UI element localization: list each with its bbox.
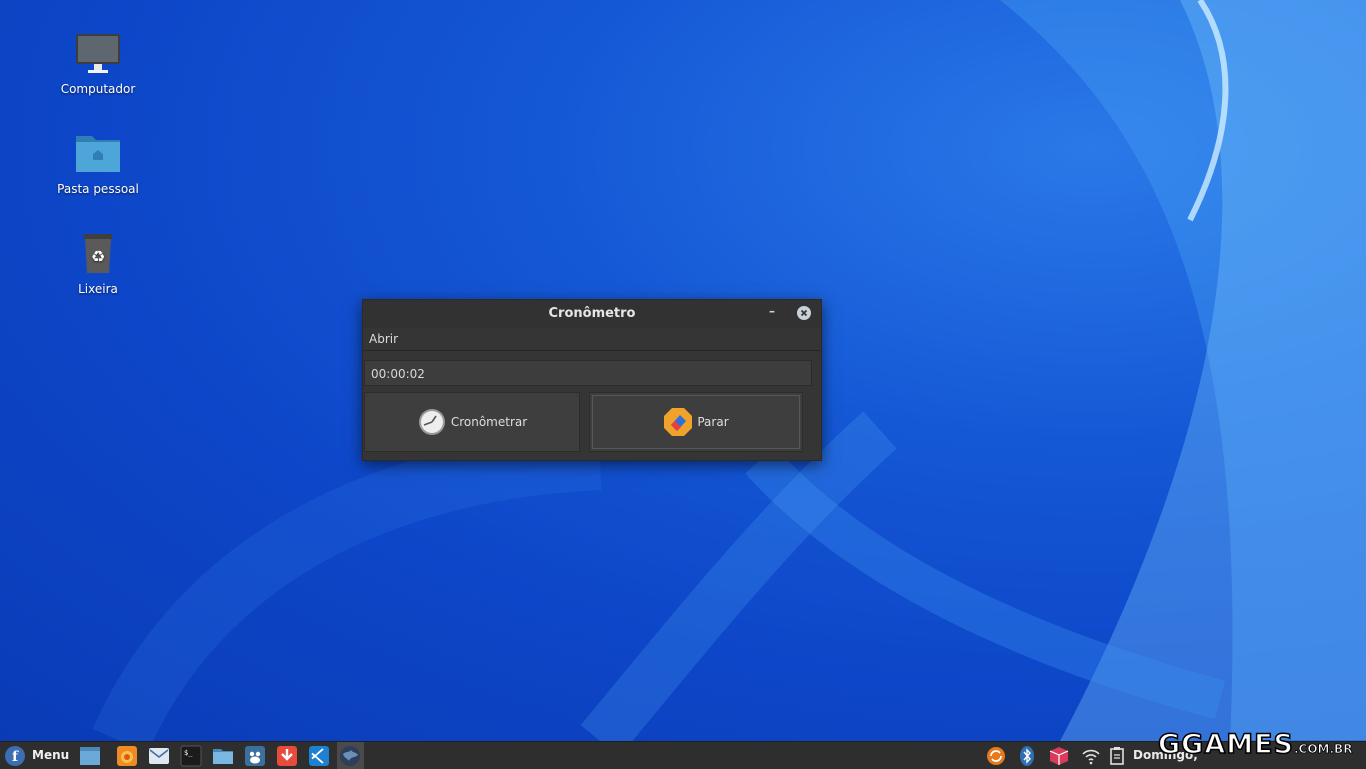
desktop-icon-computer[interactable]: Computador — [48, 30, 148, 96]
clock-icon — [418, 409, 445, 435]
gimp-icon[interactable] — [244, 745, 266, 767]
window-title: Cronômetro — [548, 306, 636, 321]
watermark-suffix: .COM.BR — [1293, 742, 1353, 757]
menubar: Abrir — [363, 328, 821, 351]
minimize-button[interactable]: – — [765, 305, 779, 320]
taskbar-menu-label[interactable]: Menu — [32, 742, 69, 769]
terminal-icon[interactable]: $_ — [180, 745, 202, 767]
watermark-main: GGAMES — [1157, 728, 1294, 761]
svg-text:$_: $_ — [184, 749, 193, 757]
fedora-menu-icon[interactable]: f — [4, 745, 26, 767]
window-titlebar[interactable]: Cronômetro – — [363, 300, 821, 328]
desktop-icon-home[interactable]: Pasta pessoal — [48, 130, 148, 196]
start-button-label: Cronômetrar — [450, 415, 528, 429]
desktop-icon-trash[interactable]: ♻ Lixeira — [48, 230, 148, 296]
close-icon[interactable] — [797, 306, 811, 320]
svg-text:♻: ♻ — [91, 247, 105, 266]
mail-icon[interactable] — [148, 745, 170, 767]
stopwatch-window: Cronômetro – Abrir 00:00:02 Cronômetrar … — [362, 299, 822, 461]
files-icon[interactable] — [79, 745, 101, 767]
time-display: 00:00:02 — [364, 360, 812, 386]
svg-text:f: f — [12, 749, 19, 765]
home-folder-icon — [76, 136, 120, 172]
desktop-icon-label: Lixeira — [78, 282, 118, 296]
monitor-icon — [76, 34, 120, 73]
folder-icon[interactable] — [212, 745, 234, 767]
updates-icon[interactable] — [985, 745, 1007, 767]
desktop-icon-label: Pasta pessoal — [57, 182, 139, 196]
desktop-icon-label: Computador — [60, 82, 136, 96]
download-icon[interactable] — [276, 745, 298, 767]
watermark: GGAMES.COM.BR — [1157, 728, 1353, 761]
menu-open[interactable]: Abrir — [369, 332, 398, 346]
globe-icon[interactable] — [339, 745, 361, 767]
stop-button[interactable]: Parar — [589, 392, 803, 452]
clipboard-icon[interactable] — [1106, 745, 1128, 767]
vscode-icon[interactable] — [308, 745, 330, 767]
firefox-icon[interactable] — [116, 745, 138, 767]
stop-button-label: Parar — [697, 415, 729, 429]
package-icon[interactable] — [1048, 745, 1070, 767]
trash-icon: ♻ — [84, 234, 112, 273]
start-button[interactable]: Cronômetrar — [364, 392, 580, 452]
bluetooth-icon[interactable] — [1016, 745, 1038, 767]
wifi-icon[interactable] — [1080, 745, 1102, 767]
eraser-icon — [664, 408, 693, 436]
